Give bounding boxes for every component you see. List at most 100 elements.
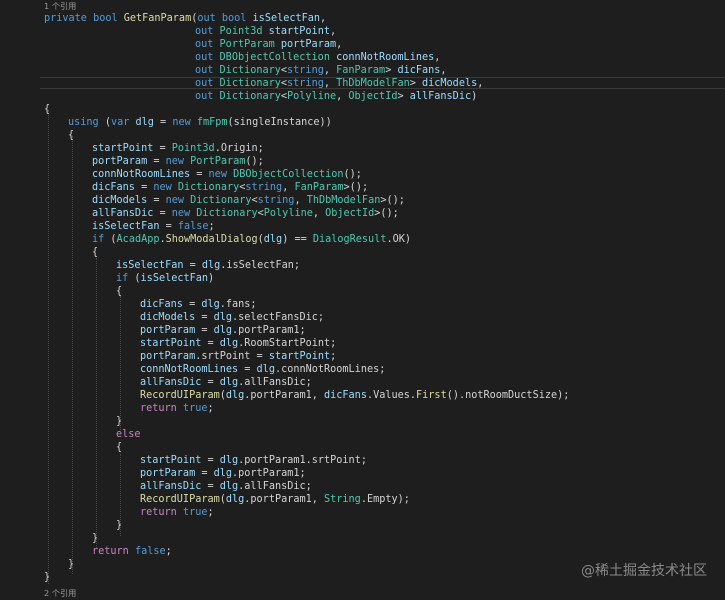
code-token: ().notRoomDuctSize); — [446, 390, 570, 401]
code-token: out bool — [197, 13, 253, 24]
code-token: else — [116, 429, 141, 440]
code-line[interactable]: } — [116, 519, 122, 532]
code-token: } — [44, 572, 51, 583]
code-token: .fans; — [219, 299, 257, 310]
code-line[interactable]: if (isSelectFan) — [116, 272, 214, 285]
code-token: dlg — [219, 338, 239, 349]
code-line[interactable]: allFansDic = dlg.allFansDic; — [140, 376, 312, 389]
code-line[interactable]: else — [116, 428, 141, 441]
code-token: ThDbModelFan — [306, 195, 381, 206]
code-token: isSelectFan — [140, 273, 209, 284]
code-line[interactable]: RecordUIParam(dlg.portParam1, dicFans.Va… — [140, 389, 569, 402]
code-token: > — [385, 65, 398, 76]
code-line[interactable]: startPoint = dlg.RoomStartPoint; — [140, 337, 336, 350]
code-token: return — [140, 403, 183, 414]
code-line[interactable]: portParam = new PortParam(); — [92, 155, 264, 168]
code-line[interactable]: using (var dlg = new fmFpm(singleInstanc… — [68, 116, 332, 129]
code-token: (); — [343, 169, 362, 180]
code-token: false — [177, 221, 209, 232]
code-token: .Empty); — [360, 494, 410, 505]
code-token: allFansDic — [140, 377, 202, 388]
code-line[interactable]: out Dictionary<string, FanParam> dicFans… — [195, 64, 447, 77]
code-token: DialogResult — [312, 234, 387, 245]
code-line[interactable]: allFansDic = dlg.allFansDic; — [140, 480, 312, 493]
code-line[interactable]: private bool GetFanParam(out bool isSele… — [44, 12, 326, 25]
code-token: { — [44, 104, 51, 115]
code-token: portParam — [92, 156, 148, 167]
code-line[interactable]: allFansDic = new Dictionary<Polyline, Ob… — [92, 207, 399, 220]
code-token: isSelectFan — [92, 221, 160, 232]
code-line[interactable]: return false; — [92, 545, 172, 558]
code-token: out — [195, 52, 220, 63]
code-token: DBObjectCollection — [219, 52, 337, 63]
code-token: = — [195, 325, 214, 336]
code-line[interactable]: dicFans = new Dictionary<string, FanPara… — [92, 181, 368, 194]
code-line[interactable]: dicModels = new Dictionary<string, ThDbM… — [92, 194, 405, 207]
code-token: dicModels — [422, 78, 478, 89]
code-token: dlg — [213, 312, 233, 323]
code-line[interactable]: startPoint = Point3d.Origin; — [92, 142, 264, 155]
code-line[interactable]: } — [68, 558, 74, 571]
code-token: .allFansDic; — [238, 481, 312, 492]
code-line[interactable]: { — [68, 129, 74, 142]
code-line[interactable]: { — [92, 246, 98, 259]
code-line[interactable]: portParam = dlg.portParam1; — [140, 467, 306, 480]
code-token: startPoint — [268, 351, 331, 362]
code-token: ObjectId — [325, 208, 375, 219]
code-line[interactable]: connNotRoomLines = dlg.connNotRoomLines; — [140, 363, 385, 376]
code-token: new — [165, 195, 191, 206]
code-token: = — [201, 481, 220, 492]
code-line[interactable]: out DBObjectCollection connNotRoomLines, — [195, 51, 440, 64]
code-line[interactable]: out Dictionary<Polyline, ObjectId> allFa… — [195, 90, 477, 103]
code-token: dlg — [135, 117, 154, 128]
code-token: connNotRoomLines — [140, 364, 239, 375]
code-line[interactable]: RecordUIParam(dlg.portParam1, String.Emp… — [140, 493, 410, 506]
code-line[interactable]: portParam = dlg.portParam1; — [140, 324, 306, 337]
code-editor[interactable]: 1 个引用 private bool GetFanParam(out bool … — [0, 0, 725, 600]
code-line[interactable]: if (AcadApp.ShowModalDialog(dlg) == Dial… — [92, 233, 411, 246]
code-token: startPoint — [140, 338, 202, 349]
code-line[interactable]: { — [116, 441, 122, 454]
code-token: Dictionary — [219, 65, 281, 76]
code-token: } — [68, 559, 75, 570]
code-token: , — [434, 52, 441, 63]
code-token: = — [201, 338, 220, 349]
code-line[interactable]: out PortParam portParam, — [195, 38, 342, 51]
code-line[interactable]: startPoint = dlg.portParam1.srtPoint; — [140, 454, 367, 467]
code-line[interactable]: connNotRoomLines = new DBObjectCollectio… — [92, 168, 362, 181]
code-token: .portParam1; — [232, 468, 306, 479]
code-line[interactable]: } — [92, 532, 98, 545]
code-line[interactable]: dicModels = dlg.selectFansDic; — [140, 311, 324, 324]
codelens-references-top[interactable]: 1 个引用 — [44, 1, 76, 11]
code-line[interactable]: return true; — [140, 402, 214, 415]
code-line[interactable]: } — [116, 415, 122, 428]
codelens-references-bottom[interactable]: 2 个引用 — [44, 588, 76, 598]
code-token: = — [190, 169, 209, 180]
code-token: , — [282, 182, 295, 193]
code-line[interactable]: isSelectFan = dlg.isSelectFan; — [116, 259, 300, 272]
code-token: { — [116, 286, 123, 297]
code-token: RecordUIParam — [140, 390, 220, 401]
code-line[interactable]: portParam.srtPoint = startPoint; — [140, 350, 336, 363]
code-token: dlg — [219, 455, 239, 466]
code-token: fmFpm — [196, 117, 228, 128]
indent-guide — [120, 296, 121, 430]
code-token: ) == — [282, 234, 313, 245]
code-line[interactable]: dicFans = dlg.fans; — [140, 298, 257, 311]
code-line[interactable]: out Dictionary<string, ThDbModelFan> dic… — [195, 77, 483, 90]
code-line[interactable]: out Point3d startPoint, — [195, 25, 336, 38]
code-line[interactable]: } — [44, 571, 50, 584]
code-line[interactable]: { — [116, 285, 122, 298]
code-token: ThDbModelFan — [336, 78, 410, 89]
code-line[interactable]: return true; — [140, 506, 214, 519]
code-line[interactable]: { — [44, 103, 50, 116]
code-token: , — [329, 26, 337, 37]
code-token: = — [147, 195, 166, 206]
code-token: portParam — [280, 39, 337, 50]
code-token: .Origin; — [214, 143, 264, 154]
code-token: First — [416, 390, 447, 401]
editor-gutter — [0, 0, 4, 600]
code-token: = — [201, 377, 220, 388]
code-token: dicModels — [92, 195, 148, 206]
code-line[interactable]: isSelectFan = false; — [92, 220, 215, 233]
